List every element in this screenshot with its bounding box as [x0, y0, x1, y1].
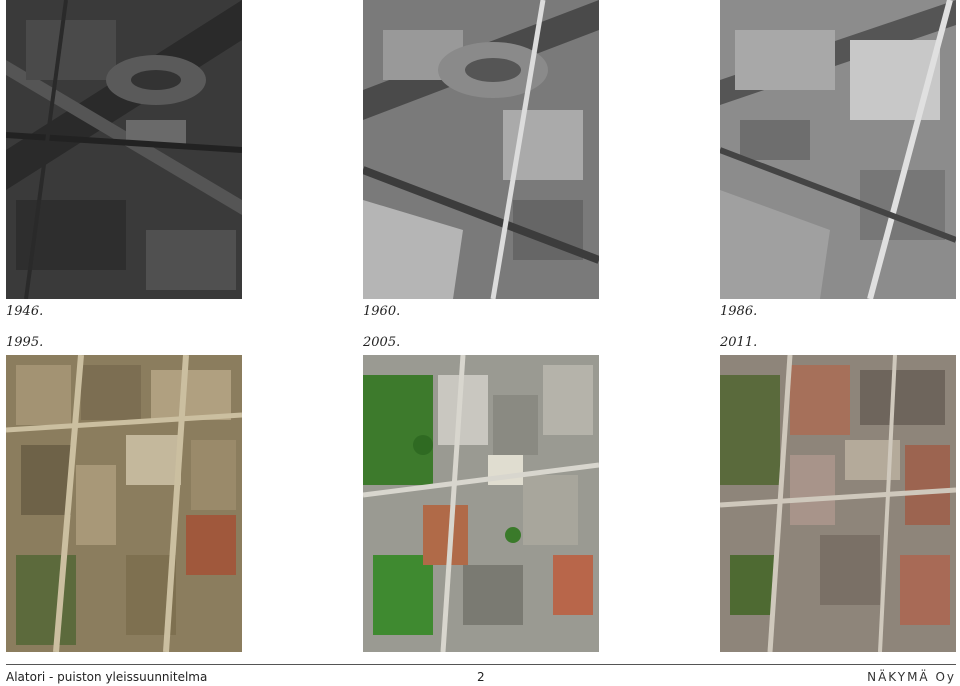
footer-page-number: 2: [477, 670, 485, 684]
aerial-photo-1960: [363, 0, 599, 299]
aerial-photo-2011: [720, 355, 956, 652]
footer-divider: [6, 664, 956, 665]
caption-1995: 1995.: [6, 335, 44, 350]
caption-2005: 2005.: [363, 335, 401, 350]
aerial-photo-1995: [6, 355, 242, 652]
footer-company-name: NÄKYMÄ Oy: [867, 670, 956, 684]
aerial-photo-1946: [6, 0, 242, 299]
caption-2011: 2011.: [720, 335, 758, 350]
caption-1946: 1946.: [6, 304, 44, 319]
aerial-photo-1986: [720, 0, 956, 299]
aerial-photo-2005: [363, 355, 599, 652]
footer-document-title: Alatori - puiston yleissuunnitelma: [6, 670, 208, 684]
caption-1960: 1960.: [363, 304, 401, 319]
caption-1986: 1986.: [720, 304, 758, 319]
